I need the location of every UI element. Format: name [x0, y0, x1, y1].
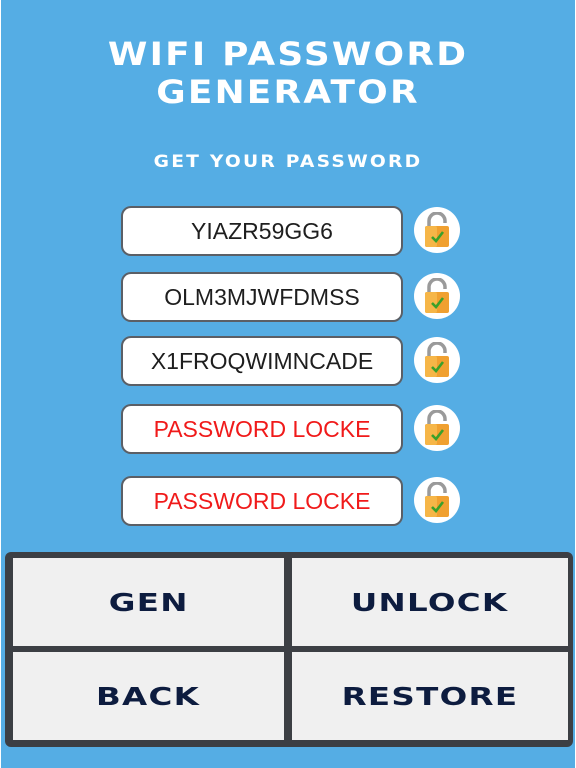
lock-toggle-button[interactable] — [414, 405, 460, 451]
unlocked-padlock-icon — [425, 212, 449, 247]
password-field-locked[interactable]: PASSWORD LOCKE — [121, 476, 403, 526]
lock-toggle-button[interactable] — [414, 337, 460, 383]
password-row: OLM3MJWFDMSS — [1, 272, 575, 322]
unlocked-padlock-icon — [425, 278, 449, 313]
unlocked-padlock-icon — [425, 482, 449, 517]
back-button-label: BACK — [96, 681, 201, 711]
password-field[interactable]: OLM3MJWFDMSS — [121, 272, 403, 322]
password-field[interactable]: X1FROQWIMNCADE — [121, 336, 403, 386]
lock-toggle-button[interactable] — [414, 207, 460, 253]
gen-button[interactable]: GEN — [13, 558, 284, 646]
app-title-line2: GENERATOR — [156, 73, 420, 111]
app-title-line1: WIFI PASSWORD — [107, 35, 469, 73]
password-row: YIAZR59GG6 — [1, 206, 575, 256]
restore-button-label: RESTORE — [341, 681, 519, 711]
lock-toggle-button[interactable] — [414, 273, 460, 319]
password-row: PASSWORD LOCKE — [1, 476, 575, 526]
gen-button-label: GEN — [108, 587, 189, 617]
restore-button[interactable]: RESTORE — [292, 652, 568, 740]
lock-toggle-button[interactable] — [414, 477, 460, 523]
unlocked-padlock-icon — [425, 410, 449, 445]
unlock-button-label: UNLOCK — [351, 587, 509, 617]
unlock-button[interactable]: UNLOCK — [292, 558, 568, 646]
app-screen: WIFI PASSWORD GENERATOR GET YOUR PASSWOR… — [1, 0, 575, 768]
subtitle: GET YOUR PASSWORD — [153, 152, 423, 172]
password-field-locked[interactable]: PASSWORD LOCKE — [121, 404, 403, 454]
back-button[interactable]: BACK — [13, 652, 284, 740]
password-row: X1FROQWIMNCADE — [1, 336, 575, 386]
unlocked-padlock-icon — [425, 342, 449, 377]
button-panel: GEN UNLOCK BACK RESTORE — [5, 552, 573, 747]
password-row: PASSWORD LOCKE — [1, 404, 575, 454]
password-field[interactable]: YIAZR59GG6 — [121, 206, 403, 256]
